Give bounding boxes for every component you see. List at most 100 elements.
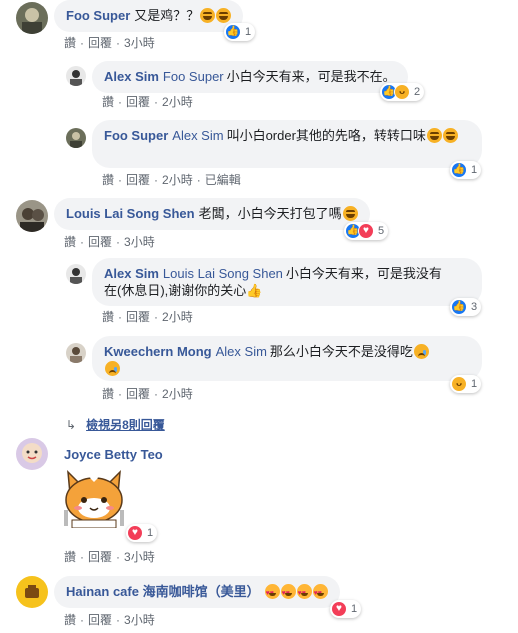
reaction-count: 1	[147, 527, 154, 539]
comment-author[interactable]: Louis Lai Song Shen	[66, 206, 195, 221]
comment-author[interactable]: Alex Sim	[104, 69, 159, 84]
crying-emoji-icon	[413, 344, 429, 359]
comment-actions: 讚 · 回覆 · 3小時	[64, 548, 155, 565]
reply-link[interactable]: 回覆	[126, 171, 150, 188]
reaction-count: 3	[471, 301, 478, 313]
laughing-face-icon: ᴗ	[394, 84, 410, 100]
comment-actions: 讚 · 回覆 · 2小時	[102, 385, 193, 402]
tagged-user[interactable]: Alex Sim	[216, 344, 267, 359]
like-link[interactable]: 讚	[64, 34, 76, 51]
edited-label[interactable]: 已編輯	[205, 171, 241, 188]
timestamp[interactable]: 3小時	[124, 548, 155, 565]
thumbs-up-icon: 👍	[451, 299, 467, 315]
timestamp[interactable]: 2小時	[162, 93, 193, 110]
timestamp[interactable]: 3小時	[124, 34, 155, 51]
reaction-summary[interactable]: 👍 3	[450, 298, 482, 316]
timestamp[interactable]: 2小時	[162, 308, 193, 325]
reply-link[interactable]: 回覆	[88, 233, 112, 250]
like-link[interactable]: 讚	[64, 548, 76, 565]
laughing-emoji-icon	[216, 8, 232, 23]
heart-eyes-emoji-icon	[280, 584, 296, 602]
reaction-summary[interactable]: ᴗ1	[450, 375, 482, 393]
comment-author[interactable]: Kweechern Mong	[104, 344, 212, 359]
comment-author[interactable]: Hainan cafe 海南咖啡馆（美里）	[66, 584, 260, 599]
comment-author[interactable]: Joyce Betty Teo	[64, 447, 163, 462]
reply-arrow-icon: ↳	[66, 418, 77, 432]
cat-sticker[interactable]	[60, 466, 128, 529]
timestamp[interactable]: 2小時	[162, 171, 193, 188]
avatar[interactable]	[16, 576, 48, 608]
reply-link[interactable]: 回覆	[88, 548, 112, 565]
avatar[interactable]	[66, 66, 86, 86]
reaction-summary[interactable]: 👍 1	[450, 161, 482, 179]
comment-bubble: Alex Sim Louis Lai Song Shen 小白今天有来，可是我没有在…	[92, 258, 482, 306]
comment-text: 叫小白order其他的先咯，转转口味	[226, 128, 426, 143]
avatar[interactable]	[66, 128, 86, 148]
thumbs-up-icon: 👍	[451, 162, 467, 178]
tagged-user[interactable]: Foo Super	[163, 69, 224, 84]
reply-link[interactable]: 回覆	[88, 34, 112, 51]
comment-actions: 讚 · 回覆 · 3小時	[64, 233, 155, 250]
comment-author[interactable]: Alex Sim	[104, 266, 159, 281]
comment-bubble: Kweechern Mong Alex Sim 那么小白今天不是没得吃	[92, 336, 482, 381]
like-link[interactable]: 讚	[102, 171, 114, 188]
tagged-user[interactable]: Alex Sim	[172, 128, 223, 143]
heart-icon: ♥	[358, 223, 374, 239]
timestamp[interactable]: 3小時	[124, 233, 155, 250]
reaction-summary[interactable]: ♥ 1	[330, 600, 362, 618]
comment-text: 在(休息日),谢谢你的关心	[104, 283, 247, 298]
reply-link[interactable]: 回覆	[88, 611, 112, 628]
like-link[interactable]: 讚	[102, 308, 114, 325]
reaction-count: 1	[245, 26, 252, 38]
comment-text: 小白今天有来，可是我不在。	[226, 69, 396, 84]
comment-author[interactable]: Foo Super	[104, 128, 168, 143]
timestamp[interactable]: 3小時	[124, 611, 155, 628]
reply-link[interactable]: 回覆	[126, 308, 150, 325]
timestamp[interactable]: 2小時	[162, 385, 193, 402]
heart-icon: ♥	[331, 601, 347, 617]
comment-bubble: Hainan cafe 海南咖啡馆（美里）	[54, 576, 340, 608]
heart-eyes-emoji-icon	[264, 584, 280, 602]
comment-actions: 讚 · 回覆 · 2小時	[102, 93, 193, 110]
comment-text: 老闆，小白今天打包了嗎	[198, 206, 342, 221]
comment-text: 又是鸡？？	[134, 8, 200, 23]
comment-actions: 讚 · 回覆 · 3小時	[64, 611, 155, 628]
reaction-count: 5	[378, 225, 385, 237]
comment-actions: 讚 · 回覆 · 2小時	[102, 308, 193, 325]
comment-bubble: Foo Super 又是鸡？？	[54, 0, 244, 32]
reaction-summary[interactable]: 👍 1	[224, 23, 256, 41]
heart-eyes-emoji-icon	[312, 584, 328, 602]
reply-link[interactable]: 回覆	[126, 385, 150, 402]
reply-link[interactable]: 回覆	[126, 93, 150, 110]
like-link[interactable]: 讚	[64, 611, 76, 628]
avatar[interactable]	[16, 2, 48, 34]
comment-author[interactable]: Foo Super	[66, 8, 130, 23]
laughing-emoji-icon	[426, 128, 442, 143]
comment-actions: 讚 · 回覆 · 2小時 · 已編輯	[102, 171, 241, 188]
reaction-summary[interactable]: 👍 ♥ 5	[344, 222, 389, 240]
avatar[interactable]	[16, 200, 48, 232]
reaction-count: 1	[351, 603, 358, 615]
like-link[interactable]: 讚	[102, 385, 114, 402]
reaction-summary[interactable]: ♥ 1	[126, 524, 158, 542]
laughing-emoji-icon	[442, 128, 458, 143]
reaction-count: 1	[471, 164, 478, 176]
thumbs-up-icon: 👍	[225, 24, 241, 40]
avatar[interactable]	[16, 438, 48, 470]
thumbs-up-emoji-icon: 👍	[246, 283, 263, 298]
view-more-replies-label[interactable]: 檢視另8則回覆	[86, 418, 165, 432]
like-link[interactable]: 讚	[102, 93, 114, 110]
comment-text: 那么小白今天不是没得吃	[269, 344, 413, 359]
laughing-emoji-icon	[200, 8, 216, 23]
laughing-emoji-icon	[342, 206, 358, 221]
reaction-count: 2	[414, 86, 421, 98]
like-link[interactable]: 讚	[64, 233, 76, 250]
comment-bubble: Alex Sim Foo Super 小白今天有来，可是我不在。	[92, 61, 408, 93]
tagged-user[interactable]: Louis Lai Song Shen	[163, 266, 283, 281]
avatar[interactable]	[66, 343, 86, 363]
view-more-replies[interactable]: ↳ 檢視另8則回覆	[66, 416, 165, 433]
reaction-count: 1	[471, 378, 478, 390]
avatar[interactable]	[66, 264, 86, 284]
heart-icon: ♥	[127, 525, 143, 541]
reaction-summary[interactable]: 👍 ᴗ 2	[380, 83, 425, 101]
